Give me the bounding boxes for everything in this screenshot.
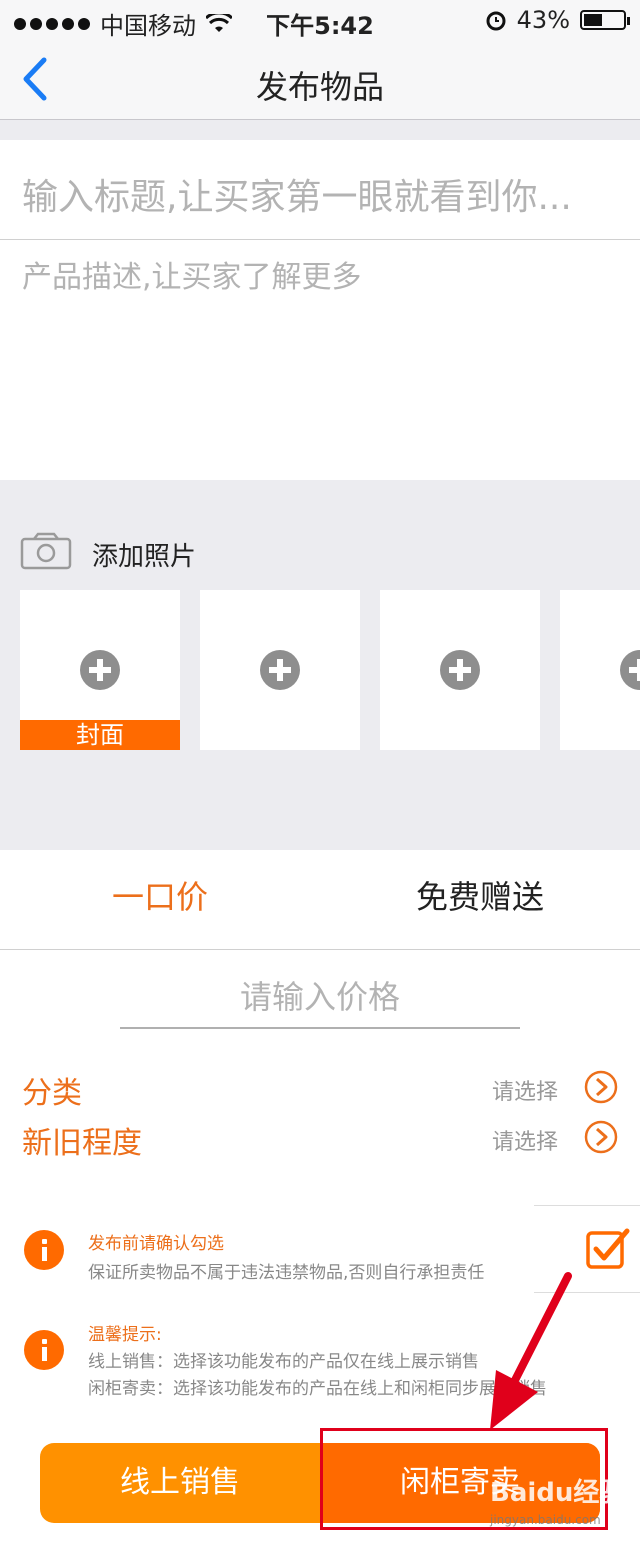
page-title: 发布物品 (255, 68, 384, 106)
battery-icon (580, 10, 630, 30)
info-icon (24, 1330, 64, 1370)
chevron-right-icon[interactable] (584, 1120, 618, 1154)
section-gap (0, 120, 640, 140)
photo-slot[interactable] (560, 590, 640, 750)
chevron-right-icon[interactable] (584, 1070, 618, 1104)
tab-fixed-price[interactable]: 一口价 (112, 872, 208, 918)
condition-value: 请选择 (492, 1130, 559, 1155)
photo-section: 添加照片 封面 (0, 480, 640, 850)
confirm-title: 发布前请确认勾选 (88, 1234, 224, 1254)
cover-badge: 封面 (20, 720, 180, 750)
info-icon (24, 1230, 64, 1270)
tab-free-gift[interactable]: 免费赠送 (416, 872, 544, 918)
condition-row[interactable]: 新旧程度 请选择 (0, 1114, 640, 1164)
add-photo-label: 添加照片 (92, 542, 197, 572)
price-type-tabs: 一口价 免费赠送 (0, 850, 640, 950)
price-placeholder: 请输入价格 (239, 978, 400, 1016)
price-underline (120, 1027, 520, 1029)
condition-label: 新旧程度 (22, 1126, 142, 1161)
description-placeholder: 产品描述,让买家了解更多 (22, 260, 362, 295)
plus-icon (620, 650, 640, 690)
plus-icon (80, 650, 120, 690)
description-input[interactable]: 产品描述,让买家了解更多 (0, 240, 640, 480)
divider (534, 1205, 640, 1206)
photo-slot-cover[interactable]: 封面 (20, 590, 180, 750)
category-label: 分类 (22, 1076, 82, 1111)
tips-line-consign: 闲柜寄卖：选择该功能发布的产品在线上和闲柜同步展示销售 (88, 1379, 547, 1399)
camera-icon[interactable] (20, 532, 72, 570)
online-sale-button[interactable]: 线上销售 (40, 1443, 320, 1523)
battery-percent: 43% (516, 6, 570, 34)
category-value: 请选择 (492, 1080, 559, 1105)
plus-icon (260, 650, 300, 690)
plus-icon (440, 650, 480, 690)
watermark-url: jingyan.baidu.com (490, 1513, 601, 1527)
price-input[interactable]: 请输入价格 (0, 950, 640, 1040)
confirm-text: 保证所卖物品不属于违法违禁物品,否则自行承担责任 (88, 1263, 485, 1283)
status-bar: 中国移动 下午5:42 43% (0, 0, 640, 40)
annotation-arrow-icon (490, 1272, 572, 1430)
tips-line-online: 线上销售：选择该功能发布的产品仅在线上展示销售 (88, 1352, 479, 1372)
category-row[interactable]: 分类 请选择 (0, 1064, 640, 1114)
confirm-checkbox[interactable] (586, 1227, 630, 1269)
photo-slot[interactable] (380, 590, 540, 750)
navigation-bar: 发布物品 (0, 40, 640, 120)
title-placeholder: 输入标题,让买家第一眼就看到你... (22, 177, 572, 218)
alarm-icon (486, 11, 506, 31)
photo-slot[interactable] (200, 590, 360, 750)
tips-title: 温馨提示: (88, 1325, 162, 1345)
title-input[interactable]: 输入标题,让买家第一眼就看到你... (0, 140, 640, 240)
watermark-brand: Baidu经验 (490, 1478, 626, 1508)
